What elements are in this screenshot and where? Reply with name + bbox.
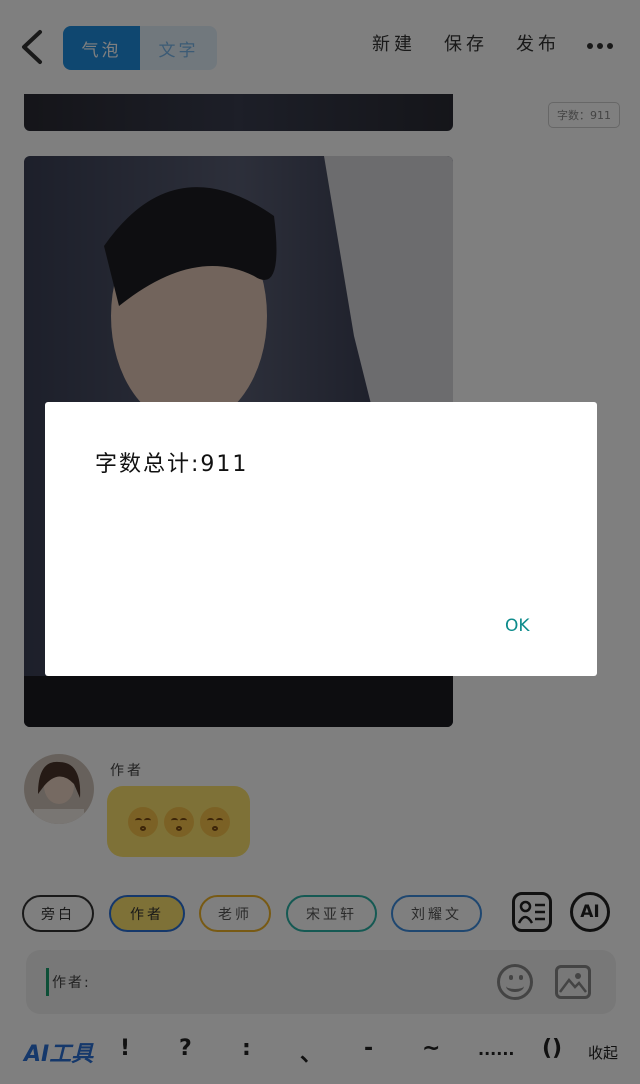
dialog-message: 字数总计:911	[95, 452, 249, 477]
word-count-dialog: 字数总计:911 OK	[45, 402, 597, 676]
ok-button[interactable]: OK	[505, 616, 530, 636]
